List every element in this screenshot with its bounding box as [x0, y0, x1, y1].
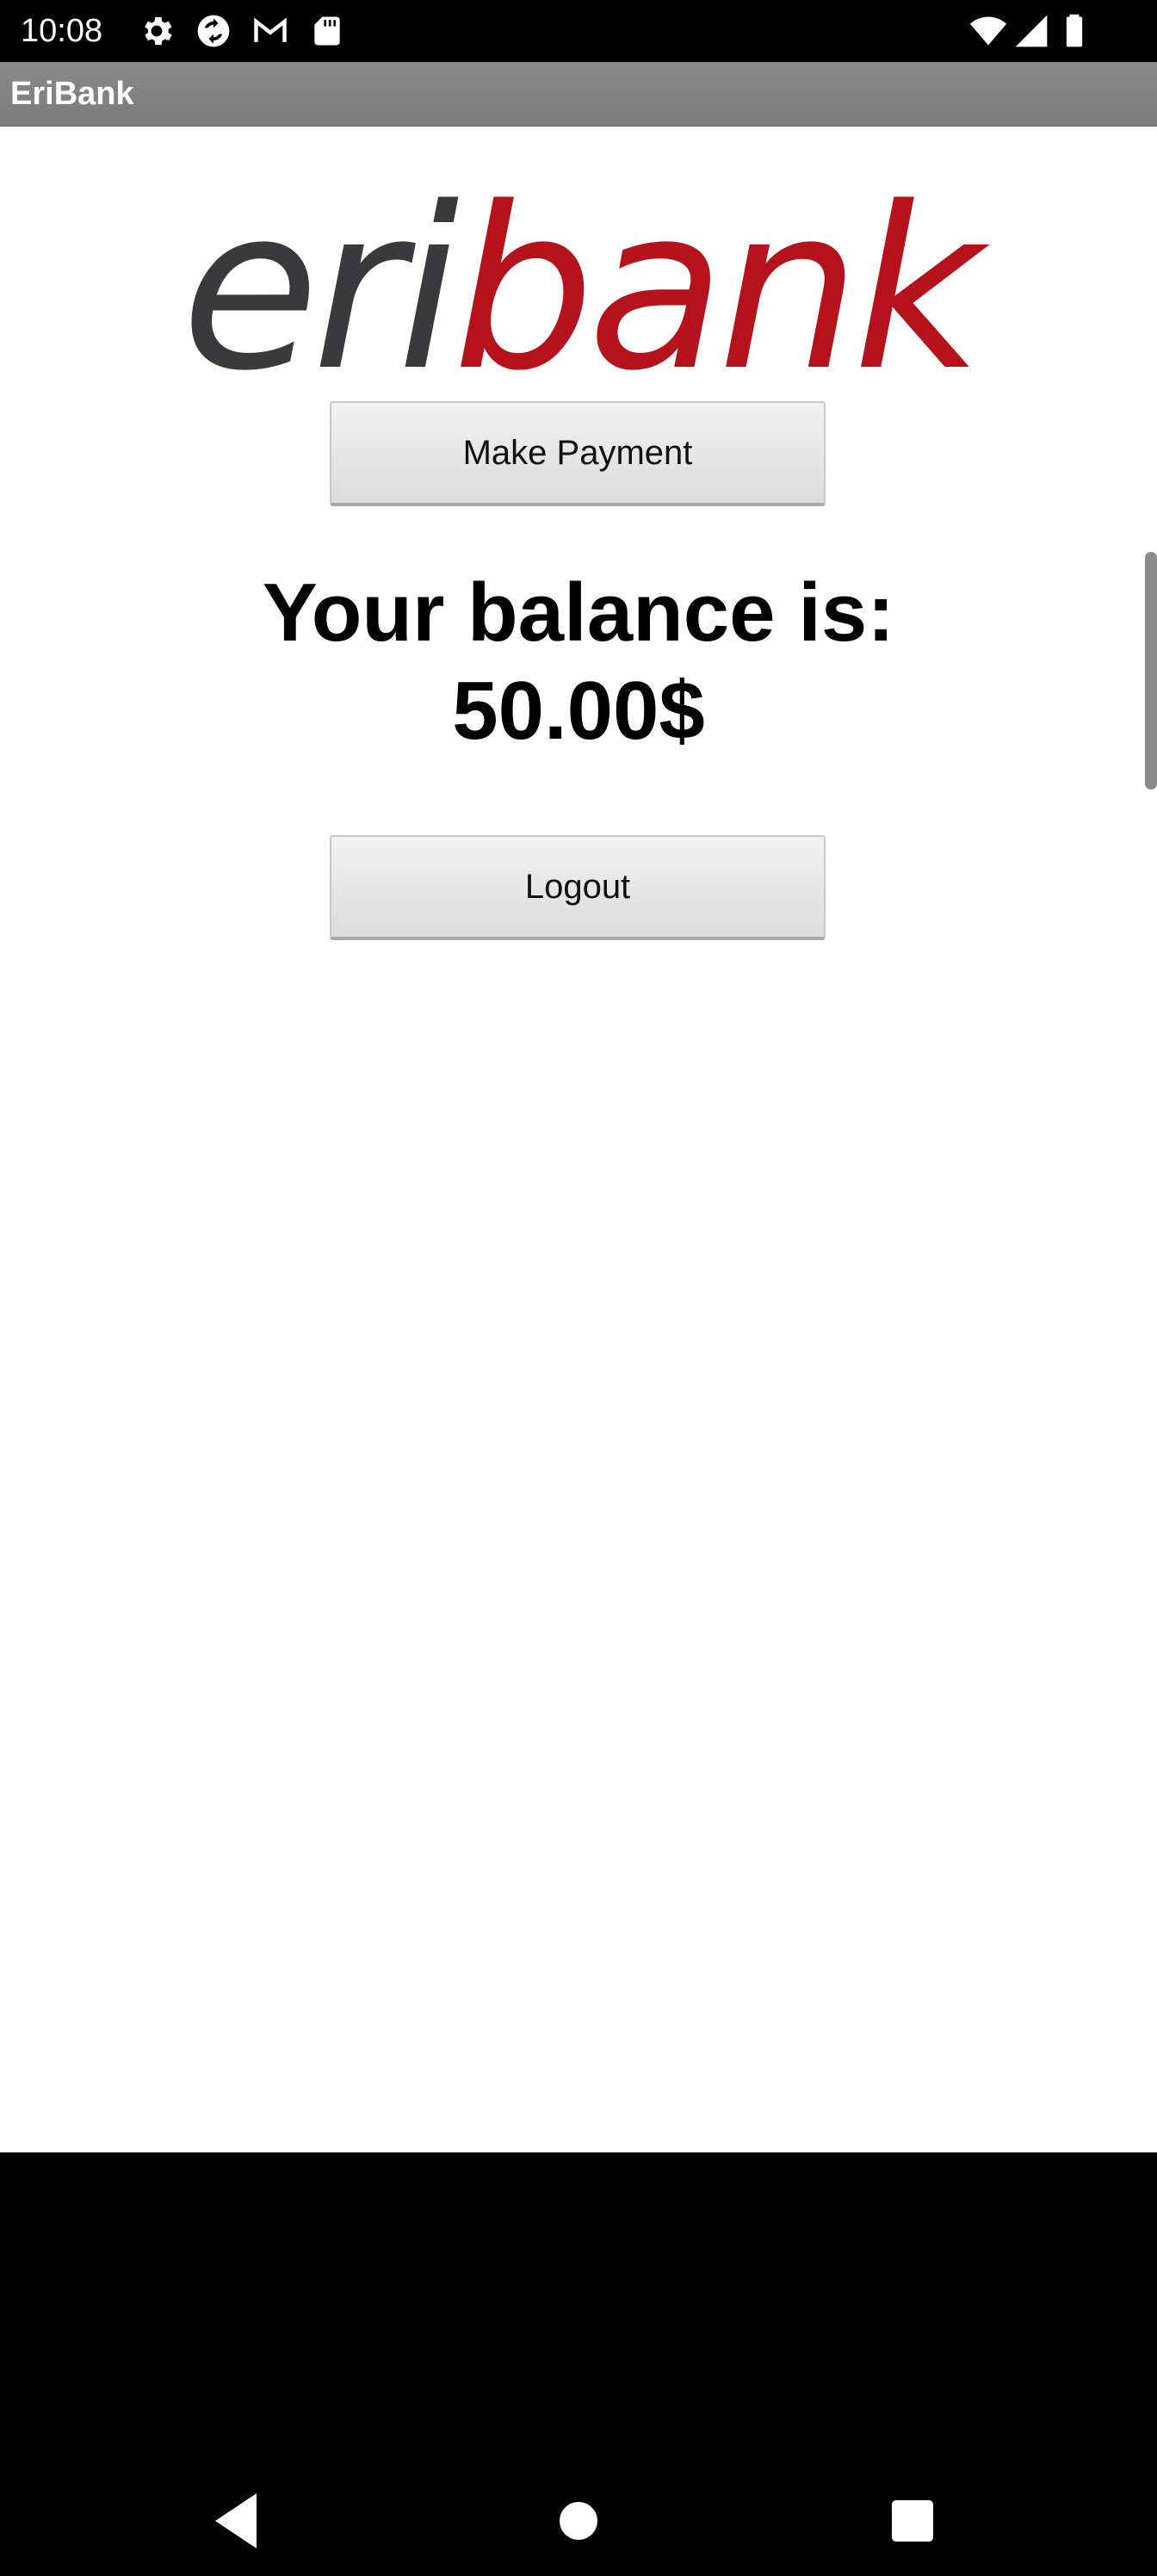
balance-label: Your balance is: [262, 567, 895, 659]
battery-icon [1055, 12, 1093, 50]
status-bar: 10:08 [0, 0, 1157, 62]
main-content: eribank Make Payment Your balance is: 50… [0, 127, 1157, 2152]
back-icon[interactable] [198, 2480, 281, 2562]
sync-icon [195, 12, 232, 50]
make-payment-button[interactable]: Make Payment [330, 401, 826, 506]
home-icon[interactable] [537, 2480, 620, 2562]
settings-icon [138, 12, 176, 50]
app-title: EriBank [10, 76, 134, 112]
action-bar: EriBank [0, 62, 1157, 127]
balance-display: Your balance is: 50.00$ [0, 564, 1157, 760]
sd-card-icon [308, 12, 346, 50]
scrollbar[interactable] [1145, 552, 1157, 790]
status-time: 10:08 [21, 13, 103, 49]
wifi-icon [969, 12, 1007, 50]
gmail-icon [251, 12, 289, 50]
balance-amount: 50.00$ [452, 665, 705, 757]
eribank-logo: eribank [0, 161, 1157, 419]
navigation-bar [0, 2462, 1157, 2576]
logo-text-eri: eri [181, 160, 460, 420]
logout-button[interactable]: Logout [330, 835, 826, 940]
recents-icon[interactable] [871, 2480, 954, 2562]
logo-text-bank: bank [452, 160, 983, 420]
cellular-signal-icon [1012, 12, 1050, 50]
